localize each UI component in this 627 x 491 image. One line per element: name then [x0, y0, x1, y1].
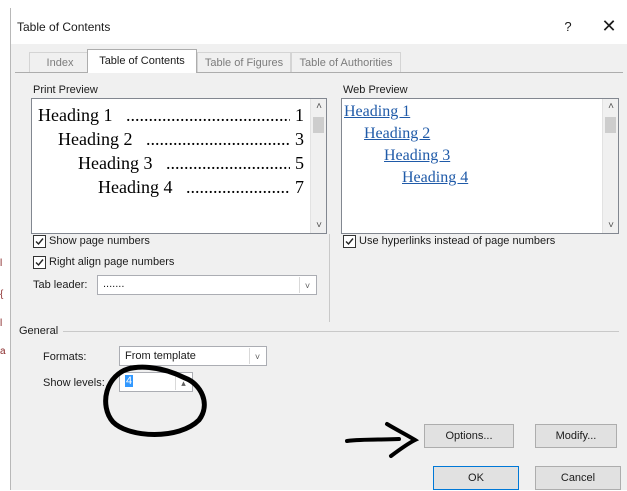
checkmark-icon — [35, 238, 44, 246]
tab-leader-label: Tab leader: — [33, 279, 88, 291]
scroll-thumb[interactable] — [605, 117, 616, 133]
tab-index[interactable]: Index — [29, 52, 91, 72]
tab-label: Table of Contents — [99, 55, 185, 67]
tab-leader-value: ....... — [103, 278, 125, 290]
formats-label: Formats: — [43, 351, 87, 363]
show-levels-label: Show levels: — [43, 377, 105, 389]
tab-table-of-contents[interactable]: Table of Contents — [87, 49, 197, 73]
scroll-thumb[interactable] — [313, 117, 324, 133]
print-preview-line: Heading 1...............................… — [38, 105, 304, 126]
print-preview-line: Heading 3...............................… — [78, 153, 304, 174]
right-align-checkbox[interactable] — [33, 256, 46, 269]
tab-label: Table of Figures — [204, 57, 284, 69]
vertical-divider — [329, 234, 330, 322]
tab-leader-select[interactable]: ....... ˅ — [97, 275, 317, 295]
web-preview-link[interactable]: Heading 4 — [402, 169, 468, 187]
tab-table-of-figures[interactable]: Table of Figures — [197, 52, 291, 72]
options-button-label: Options... — [445, 430, 493, 442]
cancel-button[interactable]: Cancel — [535, 466, 621, 490]
scroll-up-icon[interactable]: ˄ — [603, 101, 619, 112]
dialog-title: Table of Contents — [17, 20, 111, 34]
dot-leader: ........................................… — [146, 129, 290, 149]
use-hyperlinks-checkbox[interactable] — [343, 235, 356, 248]
general-group-line — [63, 331, 619, 332]
dot-leader: ........................................… — [166, 153, 290, 173]
margin-mark: l — [0, 258, 3, 269]
options-button[interactable]: Options... — [424, 424, 514, 448]
margin-mark: a — [0, 346, 6, 357]
margin-mark: l — [0, 318, 3, 329]
close-button[interactable]: ✕ — [601, 16, 617, 37]
print-preview-box[interactable]: Heading 1...............................… — [31, 98, 327, 234]
help-button[interactable]: ? — [561, 19, 575, 34]
web-preview-label: Web Preview — [343, 84, 408, 96]
right-align-label[interactable]: Right align page numbers — [49, 256, 174, 268]
checkmark-icon — [35, 259, 44, 267]
dot-leader: ........................................… — [186, 177, 290, 197]
cancel-button-label: Cancel — [560, 472, 596, 484]
print-preview-label: Print Preview — [33, 84, 98, 96]
show-page-numbers-checkbox[interactable] — [33, 235, 46, 248]
chevron-down-icon[interactable]: ˅ — [249, 348, 265, 364]
circle-annotation — [103, 364, 207, 437]
scroll-up-icon[interactable]: ˄ — [311, 101, 327, 112]
print-preview-line: Heading 2...............................… — [58, 129, 304, 150]
modify-button-label: Modify... — [555, 430, 597, 442]
web-preview-box[interactable]: Heading 1 Heading 2 Heading 3 Heading 4 … — [341, 98, 619, 234]
page-number: 1 — [295, 105, 304, 126]
page-number: 7 — [295, 177, 304, 198]
print-preview-line: Heading 4...............................… — [98, 177, 304, 198]
print-preview-scrollbar[interactable]: ˄ ˅ — [310, 99, 326, 233]
scroll-down-icon[interactable]: ˅ — [311, 220, 327, 231]
tab-table-of-authorities[interactable]: Table of Authorities — [291, 52, 401, 72]
general-label: General — [19, 325, 59, 337]
web-preview-link[interactable]: Heading 1 — [344, 103, 410, 121]
use-hyperlinks-label[interactable]: Use hyperlinks instead of page numbers — [359, 235, 555, 247]
title-bar: Table of Contents ? ✕ — [11, 8, 627, 44]
dot-leader: ........................................… — [126, 105, 290, 125]
web-preview-link[interactable]: Heading 3 — [384, 147, 450, 165]
web-preview-scrollbar[interactable]: ˄ ˅ — [602, 99, 618, 233]
ok-button[interactable]: OK — [433, 466, 519, 490]
checkmark-icon — [345, 238, 354, 246]
ok-button-label: OK — [468, 472, 484, 484]
show-page-numbers-label[interactable]: Show page numbers — [49, 235, 150, 247]
page-number: 5 — [295, 153, 304, 174]
page-number: 3 — [295, 129, 304, 150]
table-of-contents-dialog: Table of Contents ? ✕ Index Table of Con… — [10, 8, 627, 490]
tab-label: Index — [46, 57, 74, 69]
web-preview-link[interactable]: Heading 2 — [364, 125, 430, 143]
modify-button[interactable]: Modify... — [535, 424, 617, 448]
chevron-down-icon[interactable]: ˅ — [299, 277, 315, 293]
scroll-down-icon[interactable]: ˅ — [603, 220, 619, 231]
arrow-annotation — [345, 422, 420, 458]
tab-label: Table of Authorities — [299, 57, 393, 69]
margin-mark: { — [0, 289, 4, 300]
